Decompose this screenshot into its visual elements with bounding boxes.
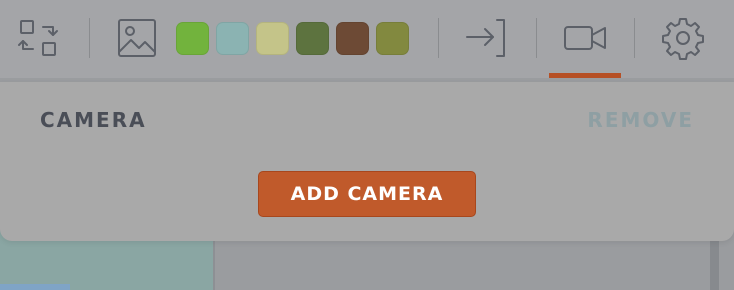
enter-icon xyxy=(466,19,505,57)
active-tab-indicator xyxy=(549,73,621,78)
remove-button[interactable]: REMOVE xyxy=(587,108,694,132)
color-swatch[interactable] xyxy=(376,22,409,55)
enter-button[interactable] xyxy=(462,14,510,62)
background-image-button[interactable] xyxy=(113,14,161,62)
camera-panel: CAMERA REMOVE ADD CAMERA xyxy=(0,82,734,241)
toolbar xyxy=(0,0,734,78)
color-swatch[interactable] xyxy=(256,22,289,55)
gear-icon xyxy=(662,18,704,60)
background-corner xyxy=(0,284,70,290)
panel-title: CAMERA xyxy=(40,108,147,132)
camera-tab-button[interactable] xyxy=(561,14,609,62)
color-swatch[interactable] xyxy=(176,22,209,55)
add-camera-button[interactable]: ADD CAMERA xyxy=(258,171,476,217)
toolbar-separator xyxy=(89,18,90,58)
settings-button[interactable] xyxy=(659,14,707,62)
toolbar-separator xyxy=(634,18,635,58)
swap-layout-icon xyxy=(18,20,58,56)
color-swatch[interactable] xyxy=(296,22,329,55)
toolbar-separator xyxy=(438,18,439,58)
color-swatch[interactable] xyxy=(336,22,369,55)
color-swatch[interactable] xyxy=(216,22,249,55)
toolbar-separator xyxy=(536,18,537,58)
swap-layout-button[interactable] xyxy=(14,14,62,62)
video-camera-icon xyxy=(564,26,606,50)
image-icon xyxy=(118,19,156,57)
